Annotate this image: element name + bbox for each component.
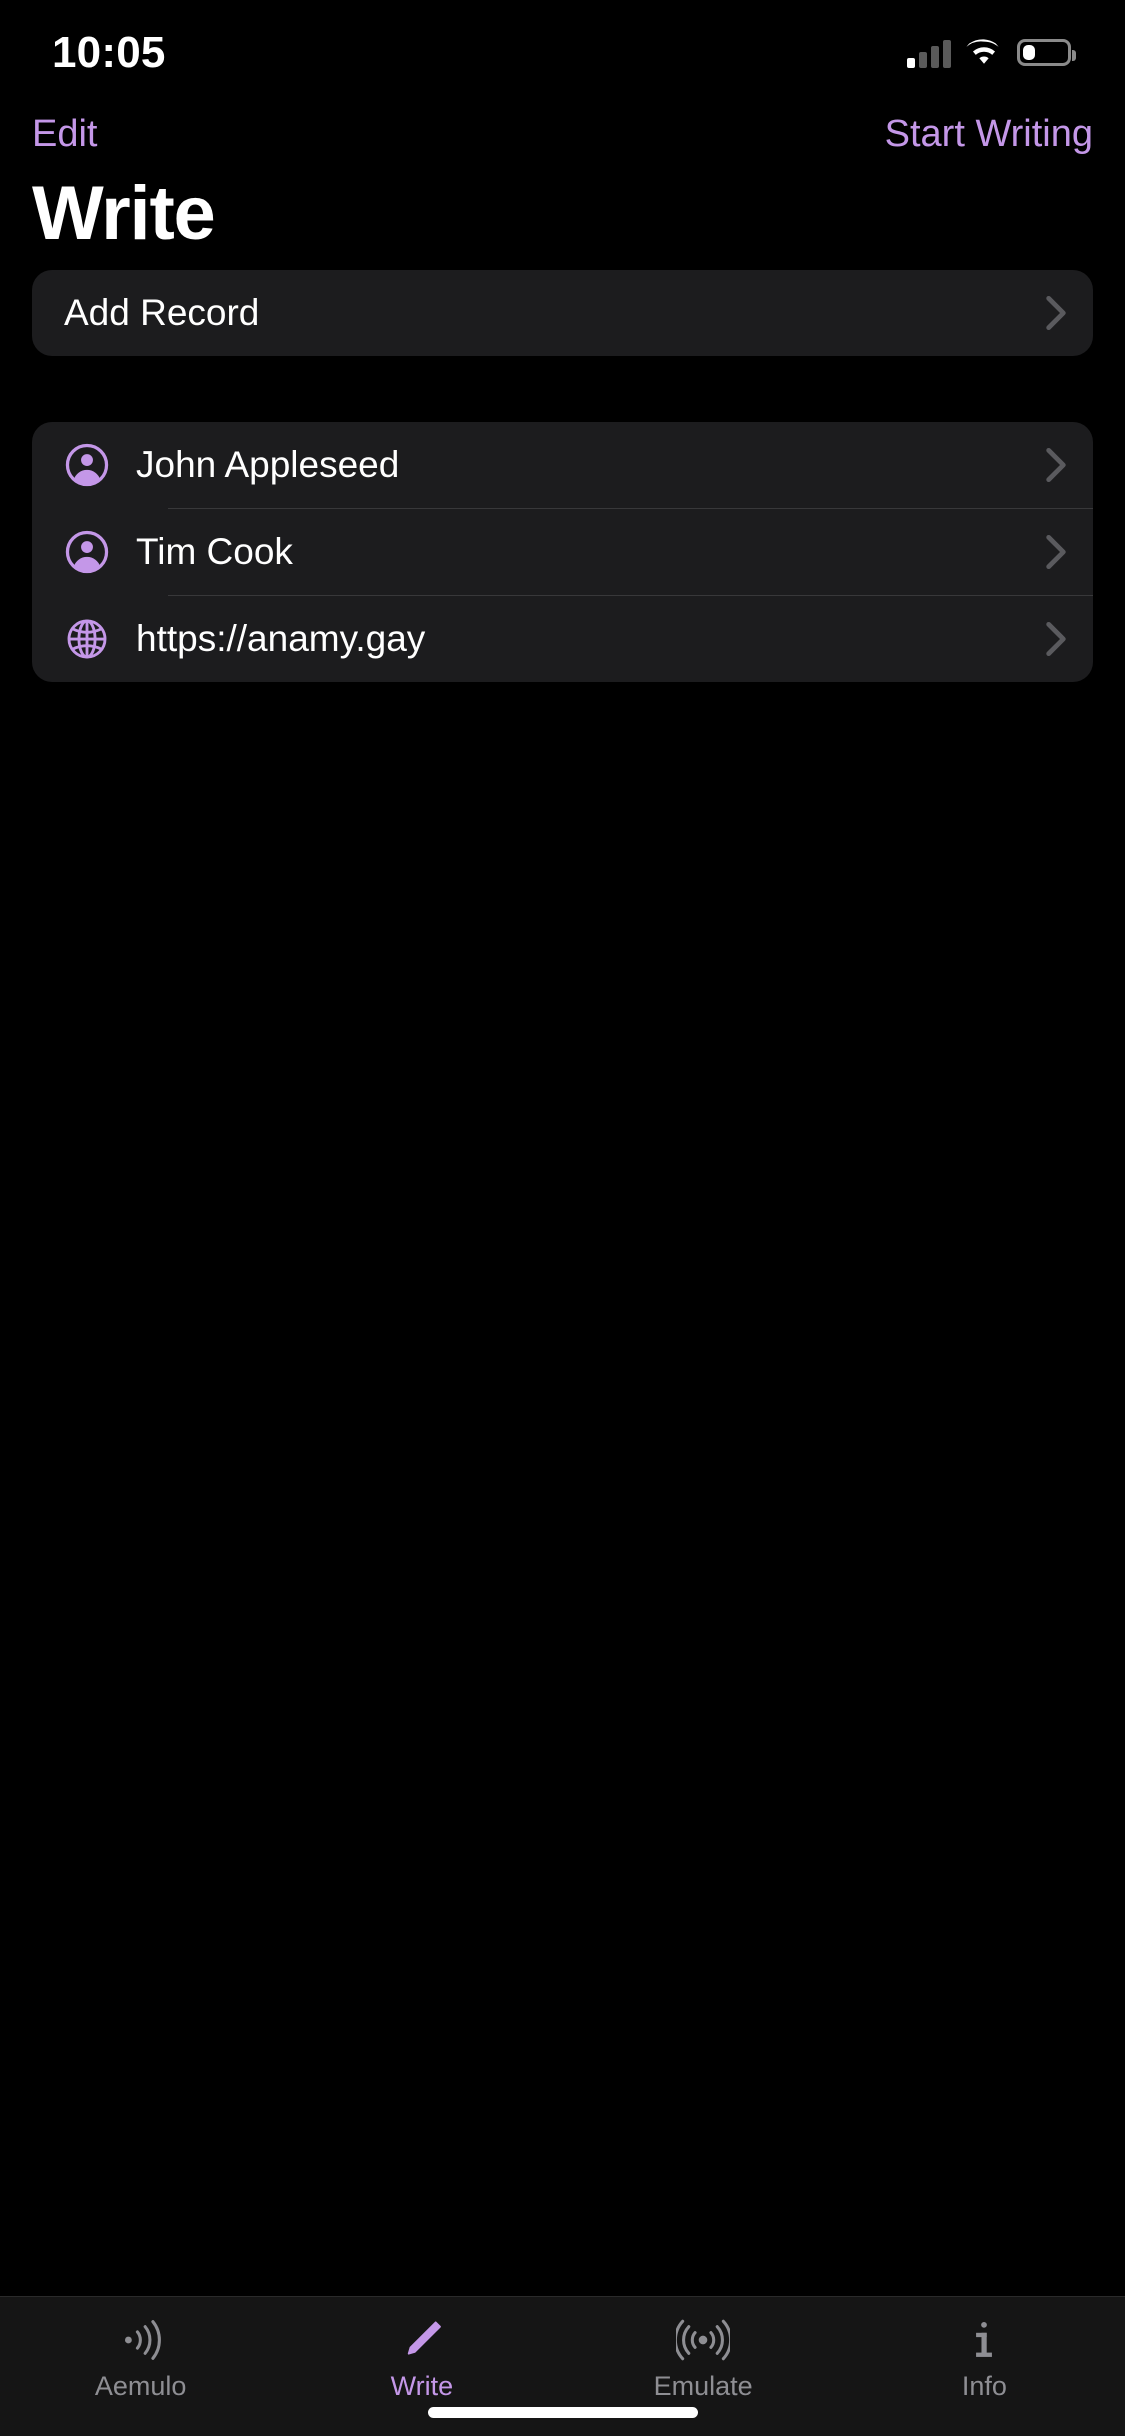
status-bar: 10:05	[0, 0, 1125, 95]
tab-write[interactable]: Write	[281, 2297, 562, 2402]
chevron-right-icon	[1046, 447, 1066, 483]
navigation-bar: Edit Start Writing	[0, 95, 1125, 173]
chevron-right-icon	[1046, 621, 1066, 657]
globe-icon	[64, 616, 110, 662]
tab-label: Emulate	[653, 2371, 753, 2401]
tab-label: Aemulo	[94, 2371, 187, 2401]
start-writing-button[interactable]: Start Writing	[885, 113, 1093, 156]
record-label: John Appleseed	[136, 444, 400, 485]
tab-bar: Aemulo Write Emulate Info	[0, 2296, 1125, 2436]
app-screen: 10:05 Edit Start Writing Write Add Recor…	[0, 0, 1125, 2436]
add-record-row[interactable]: Add Record	[32, 270, 1093, 356]
record-label: Tim Cook	[136, 531, 293, 572]
person-circle-icon	[64, 529, 110, 575]
status-bar-indicators	[907, 38, 1076, 68]
page-title: Write	[32, 171, 216, 256]
nfc-wave-icon	[114, 2313, 168, 2367]
tab-aemulo[interactable]: Aemulo	[0, 2297, 281, 2402]
records-section: John Appleseed Tim Cook https://anamy.ga…	[32, 422, 1093, 682]
chevron-right-icon	[1046, 534, 1066, 570]
cellular-signal-icon	[907, 38, 951, 68]
record-label: https://anamy.gay	[136, 618, 426, 659]
actions-section: Add Record	[32, 270, 1093, 356]
tab-label: Write	[390, 2371, 454, 2401]
tab-label: Info	[961, 2371, 1007, 2401]
record-row-tim-cook[interactable]: Tim Cook	[32, 509, 1093, 595]
add-record-label: Add Record	[64, 292, 260, 333]
content-area: Add Record John Appleseed Tim Cook https…	[0, 270, 1125, 2296]
record-row-url[interactable]: https://anamy.gay	[32, 596, 1093, 682]
radiowaves-left-right-icon	[676, 2313, 731, 2367]
edit-button[interactable]: Edit	[32, 113, 97, 156]
info-icon	[957, 2313, 1011, 2367]
person-circle-icon	[64, 442, 110, 488]
tab-emulate[interactable]: Emulate	[563, 2297, 844, 2402]
tab-info[interactable]: Info	[844, 2297, 1125, 2402]
battery-icon	[1017, 39, 1076, 66]
home-indicator[interactable]	[427, 2407, 698, 2418]
wifi-icon	[966, 38, 999, 64]
record-row-john-appleseed[interactable]: John Appleseed	[32, 422, 1093, 508]
chevron-right-icon	[1046, 295, 1066, 331]
pencil-icon	[395, 2313, 449, 2367]
status-bar-time: 10:05	[52, 27, 166, 77]
